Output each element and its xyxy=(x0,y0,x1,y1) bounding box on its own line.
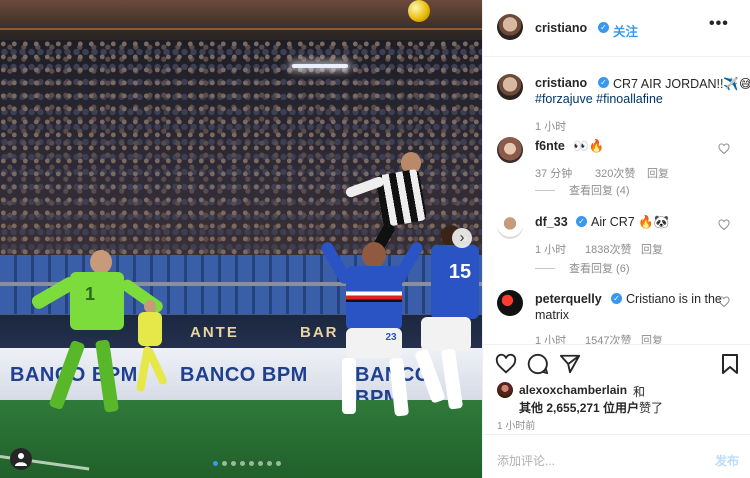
user-icon xyxy=(15,453,27,466)
comment-time: 1 小时 xyxy=(535,244,567,256)
like-icon[interactable] xyxy=(495,353,517,375)
ad-text: ANTE xyxy=(190,324,239,341)
comment-likes[interactable]: 320次赞 xyxy=(595,165,635,181)
like-heart-icon[interactable] xyxy=(718,296,730,308)
post-comment-button[interactable]: 发布 xyxy=(715,452,739,469)
comment-text: Cristiano is in the xyxy=(626,292,722,306)
avatar[interactable] xyxy=(497,290,523,316)
comment-box: 添加评论... 发布 xyxy=(483,434,750,478)
liked-by-others[interactable]: 其他 2,655,271 位用户 xyxy=(519,399,639,416)
comment-username[interactable]: df_33 xyxy=(535,215,568,229)
avatar[interactable] xyxy=(497,213,523,239)
like-heart-icon[interactable] xyxy=(718,219,730,231)
comment-text: 👀🔥 xyxy=(573,139,605,153)
more-options-icon[interactable]: ••• xyxy=(709,15,729,33)
next-photo-button[interactable]: › xyxy=(452,228,472,248)
carousel-dot xyxy=(267,461,272,466)
follow-button[interactable]: 关注 xyxy=(613,21,638,40)
crowd xyxy=(0,40,482,260)
avatar[interactable] xyxy=(497,74,523,100)
caption-hashtags[interactable]: #forzajuve #finoallafine xyxy=(535,92,663,106)
ad-text: BANCO BPM xyxy=(180,364,308,386)
comment-username[interactable]: f6nte xyxy=(535,139,565,153)
like-heart-icon[interactable] xyxy=(718,143,730,155)
ad-text: BAR xyxy=(300,324,339,341)
carousel-dot xyxy=(276,461,281,466)
caption-text: CR7 AIR JORDAN!!✈️😅 xyxy=(613,77,750,91)
reply-button[interactable]: 回复 xyxy=(641,241,663,257)
caption-time: 1 小时 xyxy=(535,121,567,133)
player-number: 1 xyxy=(84,284,95,304)
comment-text: Air CR7 🔥🐼 xyxy=(591,215,670,229)
liked-by-and: 和 xyxy=(633,385,646,399)
football xyxy=(408,0,430,22)
caption-username[interactable]: cristiano xyxy=(535,76,587,90)
liked-by-username[interactable]: alexoxchamberlain xyxy=(519,383,627,397)
verified-icon: ✓ xyxy=(598,77,609,88)
stadium-light xyxy=(292,64,348,68)
post-header: cristiano ✓ 关注 ••• xyxy=(483,0,750,57)
verified-icon: ✓ xyxy=(576,216,587,227)
avatar[interactable] xyxy=(497,137,523,163)
carousel-dot xyxy=(249,461,254,466)
reply-button[interactable]: 回复 xyxy=(647,165,669,181)
view-replies-label: 查看回复 (4) xyxy=(569,185,630,197)
verified-icon: ✓ xyxy=(598,22,609,33)
carousel-dot xyxy=(213,461,218,466)
share-icon[interactable] xyxy=(559,353,581,375)
tag-button[interactable] xyxy=(10,448,32,470)
verified-icon: ✓ xyxy=(611,293,622,304)
view-replies-button[interactable]: 查看回复 (6) xyxy=(535,260,630,276)
player-number: 15 xyxy=(448,261,472,283)
view-replies-label: 查看回复 (6) xyxy=(569,263,630,275)
comment-input[interactable]: 添加评论... xyxy=(497,452,555,469)
avatar[interactable] xyxy=(497,14,523,40)
save-icon[interactable] xyxy=(721,353,739,375)
carousel-dot xyxy=(240,461,245,466)
comment-likes[interactable]: 1838次赞 xyxy=(585,241,631,257)
comment-icon[interactable] xyxy=(527,353,549,375)
carousel-dots xyxy=(213,461,281,466)
author-username[interactable]: cristiano xyxy=(535,21,587,35)
carousel-dot xyxy=(231,461,236,466)
liked-by: alexoxchamberlain 和 其他 2,655,271 位用户 赞了 xyxy=(483,378,750,418)
view-replies-button[interactable]: 查看回复 (4) xyxy=(535,182,630,198)
post-photo[interactable]: ANTE BAR BANCO BPM BANCO BPM BANCO BPM 1 xyxy=(0,0,482,478)
carousel-dot xyxy=(222,461,227,466)
comment-time: 37 分钟 xyxy=(535,168,573,180)
comment-username[interactable]: peterquelly xyxy=(535,292,602,306)
avatar[interactable] xyxy=(497,382,513,398)
carousel-dot xyxy=(258,461,263,466)
post-details-panel: cristiano ✓ 关注 ••• cristiano ✓ CR7 AIR J… xyxy=(482,0,750,478)
comment-text-continued: matrix xyxy=(535,308,570,322)
liked-by-suffix: 赞了 xyxy=(639,401,664,415)
player-number: 23 xyxy=(385,332,397,343)
post-time: 1 小时前 xyxy=(497,421,536,432)
